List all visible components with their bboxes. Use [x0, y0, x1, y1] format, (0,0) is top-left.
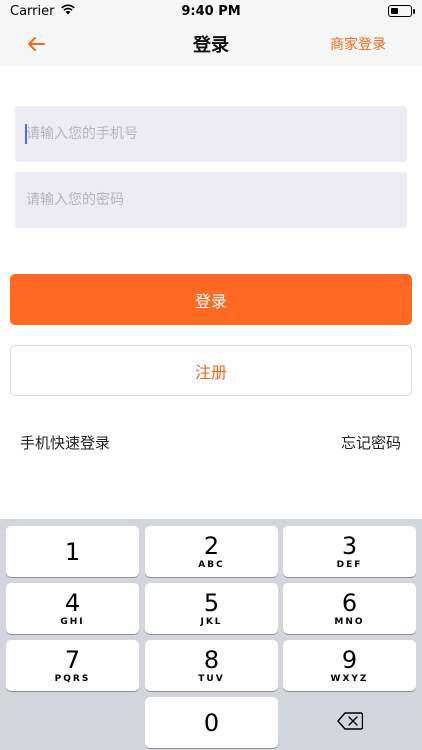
key-digit: 0 [203, 708, 220, 737]
key-1[interactable]: 1 [6, 526, 139, 577]
merchant-login-link[interactable]: 商家登录 [330, 34, 386, 54]
key-2[interactable]: 2 ABC [145, 526, 278, 577]
login-button[interactable]: 登录 [10, 274, 412, 325]
key-digit: 7 [64, 646, 81, 674]
status-left: Carrier [10, 3, 76, 19]
forgot-password-link[interactable]: 忘记密码 [341, 432, 401, 453]
key-letters: TUV [198, 674, 225, 684]
key-letters: MNO [334, 617, 365, 627]
status-right [388, 5, 415, 17]
key-5[interactable]: 5 JKL [145, 583, 278, 634]
status-bar: Carrier 9:40 PM [0, 0, 422, 22]
key-letters: ABC [198, 560, 225, 570]
page-title: 登录 [193, 35, 229, 56]
backspace-icon [336, 711, 363, 734]
key-letters: JKL [200, 617, 223, 627]
wifi-icon [60, 3, 76, 19]
text-caret [25, 124, 27, 144]
key-8[interactable]: 8 TUV [145, 640, 278, 691]
key-letters: GHI [60, 617, 85, 627]
status-time: 9:40 PM [181, 3, 241, 19]
numeric-keyboard: 1 2 ABC 3 DEF 4 GHI 5 JKL 6 MNO 7 PQRS 8… [0, 519, 422, 750]
key-0[interactable]: 0 [145, 697, 278, 748]
battery-icon [388, 5, 415, 17]
delete-key[interactable] [283, 697, 416, 748]
key-digit: 5 [203, 589, 220, 617]
key-letters: DEF [336, 560, 363, 570]
key-digit: 9 [341, 646, 358, 674]
carrier-label: Carrier [10, 3, 55, 19]
key-6[interactable]: 6 MNO [283, 583, 416, 634]
key-letters: WXYZ [330, 674, 369, 684]
arrow-left-icon[interactable] [24, 32, 48, 56]
key-3[interactable]: 3 DEF [283, 526, 416, 577]
password-input[interactable] [15, 172, 407, 228]
quick-login-link[interactable]: 手机快速登录 [20, 432, 110, 453]
key-digit: 3 [341, 532, 358, 560]
key-digit: 4 [64, 589, 81, 617]
key-digit: 1 [64, 537, 81, 566]
nav-bar: 登录 商家登录 [0, 22, 422, 66]
key-9[interactable]: 9 WXYZ [283, 640, 416, 691]
key-letters: PQRS [54, 674, 91, 684]
login-form: 登录 注册 手机快速登录 忘记密码 [0, 66, 422, 520]
phone-input[interactable] [15, 106, 407, 162]
key-7[interactable]: 7 PQRS [6, 640, 139, 691]
battery-fill [391, 8, 398, 14]
register-button[interactable]: 注册 [10, 345, 412, 396]
key-digit: 6 [341, 589, 358, 617]
key-digit: 8 [203, 646, 220, 674]
key-4[interactable]: 4 GHI [6, 583, 139, 634]
key-digit: 2 [203, 532, 220, 560]
